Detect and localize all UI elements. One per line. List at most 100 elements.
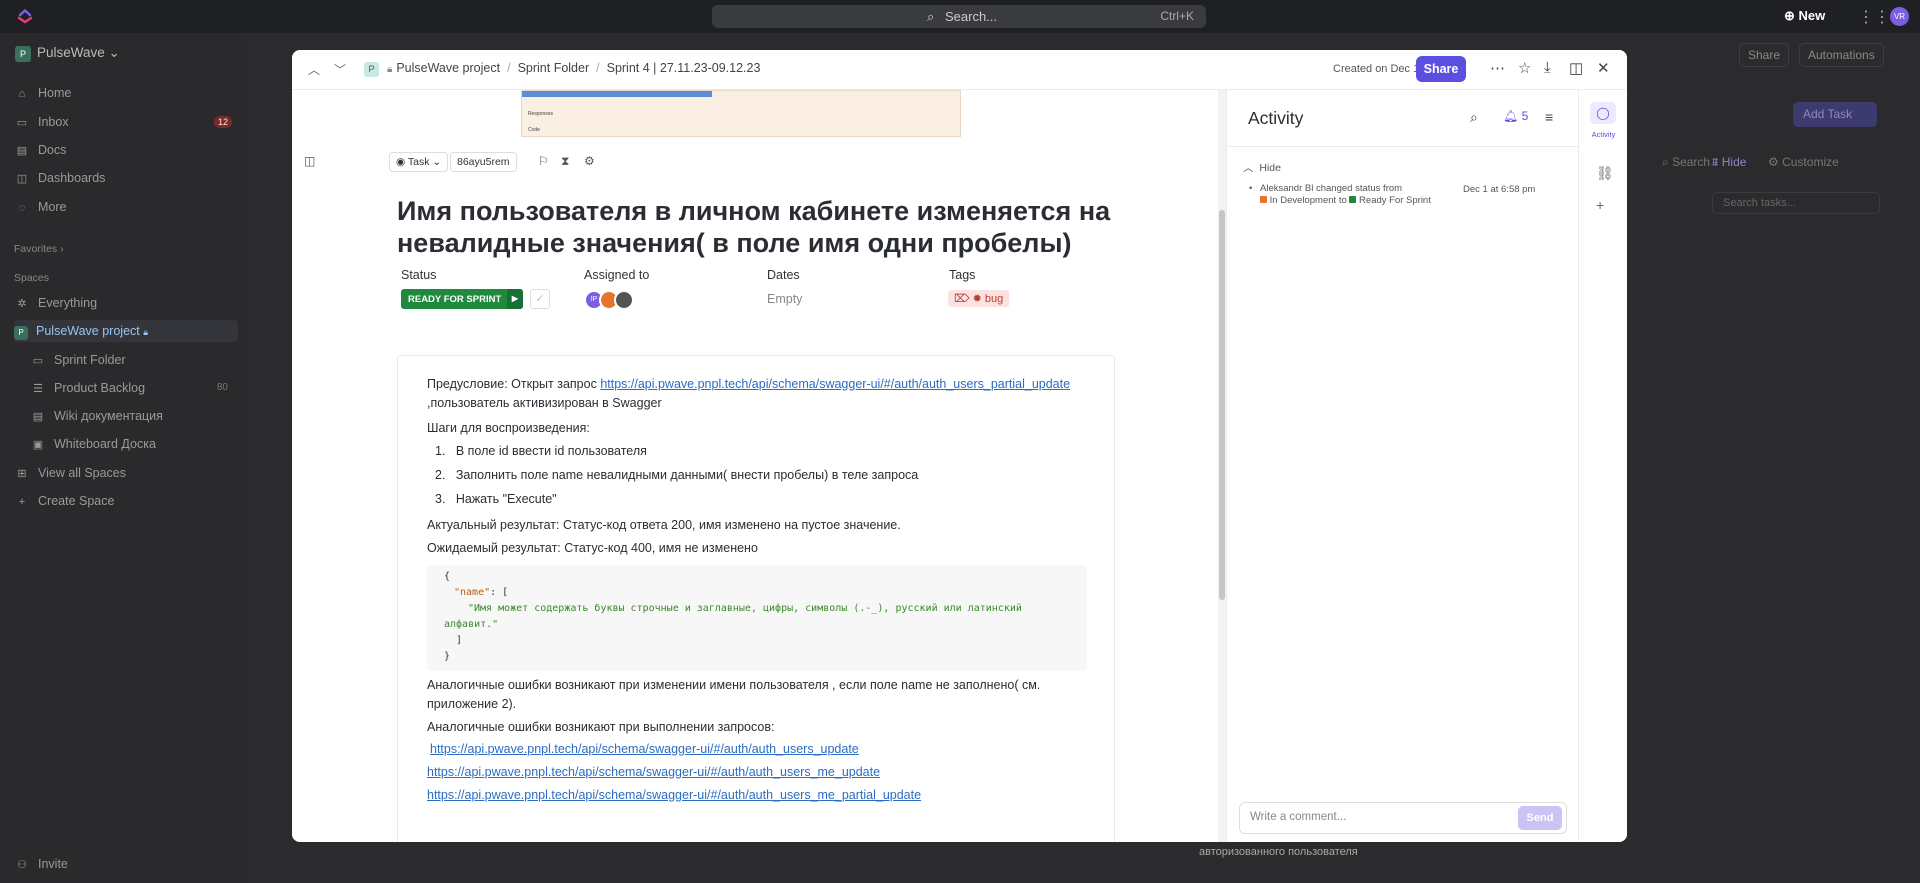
sidebar-item-label: Dashboards: [38, 171, 106, 185]
bullet: •: [1249, 183, 1253, 194]
comment-input[interactable]: Write a comment... Send: [1239, 802, 1567, 834]
workspace-switcher[interactable]: P PulseWave ⌄: [15, 45, 120, 62]
settings-icon[interactable]: ⚙: [584, 154, 595, 168]
sidebar-item-product-backlog[interactable]: ☰ Product Backlog 80: [30, 377, 238, 399]
flag-icon[interactable]: ⚐: [538, 154, 549, 168]
attachment-row-2: Code: [528, 127, 540, 133]
send-button[interactable]: Send: [1518, 806, 1562, 830]
task-modal: ︿ ﹀ P 🔒︎ PulseWave project / Sprint Folder / S…: [292, 50, 1627, 842]
tag-bug[interactable]: ⌦ ✹ bug: [948, 290, 1010, 307]
sidebar-item-dashboards[interactable]: ◫ Dashboards: [14, 167, 238, 189]
sidebar-toggle-icon[interactable]: ◫: [1569, 59, 1583, 77]
share-button[interactable]: Share: [1416, 56, 1466, 82]
minimize-icon[interactable]: ⤓: [1544, 59, 1551, 76]
step-text: Нажать "Execute": [455, 492, 557, 506]
sidebar-item-create-space[interactable]: + Create Space: [14, 490, 238, 512]
star-icon[interactable]: ☆: [1518, 59, 1531, 77]
bell-icon: 🔔︎: [1503, 109, 1519, 123]
search-icon: ⌕: [927, 9, 935, 24]
inbox-badge: 12: [213, 116, 232, 128]
attachment-image[interactable]: Responses Code: [521, 90, 961, 137]
code-key: "name": [454, 587, 491, 598]
notifications-button[interactable]: 🔔︎ 5: [1503, 109, 1528, 123]
hide-toggle[interactable]: ︿ Hide: [1243, 160, 1281, 175]
activity-tab-label: Activity: [1591, 130, 1616, 139]
sidebar-item-more[interactable]: ◌ More: [14, 196, 238, 218]
sidebar-item-pulsewave-project[interactable]: P PulseWave project 🔒︎: [14, 320, 238, 342]
assignee-avatar[interactable]: [614, 290, 634, 310]
code-line: "Имя может содержать буквы строчные и за…: [468, 603, 1022, 614]
bg-customize-label: Customize: [1782, 155, 1839, 169]
sidebar: P PulseWave ⌄ ⌂ Home ▭ Inbox 12 ▤ Docs ◫ Dashb…: [0, 33, 246, 883]
sidebar-item-everything[interactable]: ✲ Everything: [14, 292, 238, 314]
task-id-badge[interactable]: 86ayu5rem: [450, 152, 517, 172]
sidebar-item-home[interactable]: ⌂ Home: [14, 82, 238, 104]
dates-value[interactable]: Empty: [767, 292, 802, 306]
content-scrollbar[interactable]: [1218, 90, 1226, 842]
spaces-header: Spaces: [14, 272, 50, 284]
home-icon: ⌂: [18, 88, 26, 100]
breadcrumb-project[interactable]: PulseWave project: [396, 61, 500, 75]
activity-tab[interactable]: ◯: [1590, 102, 1616, 124]
space-avatar: P: [364, 62, 379, 77]
workspace-avatar: P: [15, 46, 31, 62]
panel-toggle-icon[interactable]: ◫: [304, 154, 315, 168]
sidebar-item-view-all-spaces[interactable]: ⊞ View all Spaces: [14, 462, 238, 484]
request-link[interactable]: https://api.pwave.pnpl.tech/api/schema/s…: [427, 765, 880, 779]
bg-hide-label: Hide: [1721, 155, 1747, 169]
plus-icon[interactable]: +: [1596, 197, 1604, 213]
bg-add-task-button: Add Task: [1793, 102, 1877, 127]
task-type-dropdown[interactable]: ◉ Task ⌄: [389, 152, 449, 172]
expected-result: Ожидаемый результат: Статус-код 400, имя…: [427, 541, 758, 555]
activity-divider: [1227, 146, 1579, 147]
status-next-arrow-icon[interactable]: ▶: [507, 289, 523, 309]
activity-panel: Activity ⌕ 🔔︎ 5 ≡ ︿ Hide • Aleksandr Bl …: [1226, 90, 1579, 842]
tag-icon: ⌦: [954, 293, 970, 305]
scrollbar-thumb[interactable]: [1219, 210, 1225, 600]
folder-icon: ▭: [32, 355, 44, 367]
new-button[interactable]: ⊕ New: [1784, 8, 1825, 24]
step-2: 2. Заполнить поле name невалидными данны…: [435, 468, 919, 482]
bg-automations-button: Automations: [1799, 43, 1884, 67]
hourglass-icon[interactable]: ⧗: [561, 154, 569, 169]
sidebar-item-docs[interactable]: ▤ Docs: [14, 139, 238, 161]
sidebar-item-label: PulseWave project: [36, 324, 140, 338]
breadcrumb: P 🔒︎ PulseWave project / Sprint Folder / Sprin…: [364, 61, 760, 77]
status-dot-orange: [1260, 196, 1267, 203]
app-logo-icon[interactable]: [16, 7, 34, 25]
sidebar-item-wiki[interactable]: ▤ Wiki документация: [30, 405, 238, 427]
status-dot-green: [1349, 196, 1357, 203]
task-description[interactable]: Предусловие: Открыт запрос https://api.p…: [397, 355, 1115, 842]
bg-customize: ⚙ Customize: [1768, 155, 1839, 169]
tag-label: bug: [984, 293, 1004, 305]
whiteboard-icon: ▣: [32, 439, 44, 451]
from-status: In Development: [1269, 195, 1337, 206]
favorites-header[interactable]: Favorites ›: [14, 243, 64, 255]
task-title[interactable]: Имя пользователя в личном кабинете измен…: [397, 195, 1157, 259]
status-dropdown[interactable]: READY FOR SPRINT ▶: [401, 289, 523, 309]
precondition-link[interactable]: https://api.pwave.pnpl.tech/api/schema/s…: [600, 377, 1070, 391]
filter-icon[interactable]: ≡: [1545, 109, 1553, 125]
sidebar-item-label: Sprint Folder: [54, 353, 126, 367]
invite-button[interactable]: ⚇ Invite: [14, 853, 238, 875]
breadcrumb-folder[interactable]: Sprint Folder: [518, 61, 590, 75]
more-options-icon[interactable]: ⋯: [1490, 59, 1505, 77]
link-icon[interactable]: ⛓: [1596, 165, 1614, 182]
task-toolbar: ◫ ◉ Task ⌄ 86ayu5rem ⚐ ⧗ ⚙: [304, 152, 1204, 176]
request-link[interactable]: https://api.pwave.pnpl.tech/api/schema/s…: [427, 788, 921, 802]
precondition-text: Предусловие: Открыт запрос: [427, 377, 601, 391]
sidebar-item-inbox[interactable]: ▭ Inbox 12: [14, 111, 238, 133]
lock-icon: 🔒︎: [387, 64, 393, 75]
sidebar-item-sprint-folder[interactable]: ▭ Sprint Folder: [30, 349, 238, 371]
chevron-up-icon[interactable]: ︿: [308, 61, 320, 78]
user-avatar[interactable]: VR: [1890, 7, 1909, 26]
request-link[interactable]: https://api.pwave.pnpl.tech/api/schema/s…: [430, 742, 859, 756]
global-search[interactable]: ⌕ Search... Ctrl+K: [712, 5, 1206, 28]
search-icon[interactable]: ⌕: [1470, 109, 1478, 126]
complete-checkbox[interactable]: ✓: [530, 289, 550, 309]
close-icon[interactable]: ✕: [1597, 59, 1610, 77]
sidebar-item-label: More: [38, 200, 67, 214]
sidebar-item-whiteboard[interactable]: ▣ Whiteboard Доска: [30, 433, 238, 455]
chevron-down-icon[interactable]: ﹀: [334, 61, 346, 78]
breadcrumb-sprint[interactable]: Sprint 4 | 27.11.23-09.12.23: [607, 61, 761, 75]
